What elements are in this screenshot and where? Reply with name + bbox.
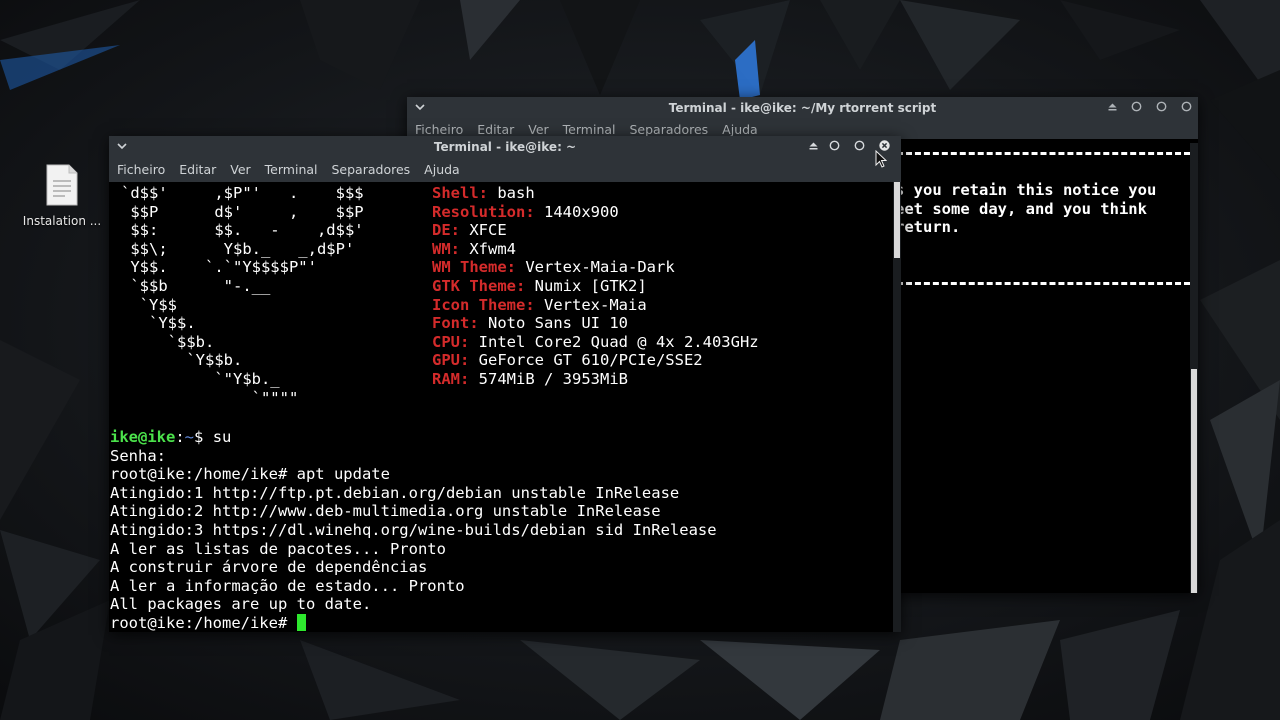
prompt-user: ike@ike: [110, 428, 176, 446]
command-output: ike@ike:~$ su Senha: root@ike:/home/ike#…: [110, 428, 717, 632]
ascii-line: `"Y$b._: [121, 369, 280, 388]
back-scrollbar[interactable]: [1190, 143, 1198, 593]
dash-divider: [897, 282, 1190, 285]
output-line: Atingido:2 http://www.deb-multimedia.org…: [110, 502, 661, 521]
menu-separadores[interactable]: Separadores: [332, 158, 411, 182]
info-value: 1440x900: [544, 202, 619, 221]
front-terminal-content[interactable]: `d$$' ,$P"' . $$$ $$P d$' , $$P $$: $$. …: [109, 182, 893, 632]
info-key: GPU:: [432, 351, 470, 370]
ascii-line: `$$b "-.__: [121, 276, 271, 295]
ascii-line: `$$b.: [121, 332, 215, 351]
maximize-icon[interactable]: [854, 140, 865, 151]
info-value: GeForce GT 610/PCIe/SSE2: [478, 351, 703, 370]
ascii-line: $$: $$. - ,d$$': [121, 221, 364, 240]
command-text: su: [212, 428, 232, 446]
info-key: RAM:: [432, 369, 470, 388]
ascii-line: `Y$$b.: [121, 351, 243, 370]
prompt-separator: :: [175, 428, 185, 446]
info-key: WM:: [432, 239, 460, 258]
menu-terminal[interactable]: Terminal: [265, 158, 318, 182]
menu-editar[interactable]: Editar: [179, 158, 216, 182]
front-window-title: Terminal - ike@ike: ~: [433, 140, 577, 154]
front-scrollbar-thumb[interactable]: [894, 182, 900, 258]
back-text-line: s you retain this notice you: [895, 181, 1157, 199]
front-terminal-window[interactable]: Terminal - ike@ike: ~ Ficheiro Editar Ver T…: [109, 136, 901, 632]
info-key: CPU:: [432, 332, 470, 351]
prompt-path: ~: [184, 428, 195, 446]
back-window-titlebar[interactable]: Terminal - ike@ike: ~/My rtorrent script: [407, 97, 1198, 119]
output-line: A construir árvore de dependências: [110, 558, 428, 577]
info-key: Shell:: [432, 184, 488, 202]
info-value: Noto Sans UI 10: [488, 314, 628, 333]
minimize-icon[interactable]: [1131, 101, 1142, 112]
ascii-line: `Y$$: [121, 295, 177, 314]
info-value: bash: [497, 184, 535, 202]
dash-divider: [897, 152, 1190, 155]
info-key: Resolution:: [432, 202, 535, 221]
ascii-line: $$P d$' , $$P: [121, 202, 364, 221]
ascii-line: `"""": [121, 388, 299, 407]
back-terminal-text: s you retain this notice you eet some da…: [895, 181, 1156, 237]
menu-ficheiro[interactable]: Ficheiro: [117, 158, 165, 182]
info-value: 574MiB / 3953MiB: [478, 369, 628, 388]
system-info: Shell: bash Resolution: 1440x900 DE: XFC…: [432, 184, 759, 389]
ascii-logo: `d$$' ,$P"' . $$$ $$P d$' , $$P $$: $$. …: [121, 184, 364, 407]
info-value: Vertex-Maia: [544, 295, 647, 314]
info-key: DE:: [432, 221, 460, 240]
prompt-symbol: $: [194, 428, 204, 446]
menu-ver[interactable]: Ver: [230, 158, 250, 182]
mouse-pointer-icon: [875, 150, 887, 168]
info-key: Font:: [432, 314, 479, 333]
info-key: Icon Theme:: [432, 295, 535, 314]
shade-icon[interactable]: [1107, 101, 1118, 112]
final-prompt[interactable]: root@ike:/home/ike#: [110, 614, 297, 632]
info-value: Numix [GTK2]: [534, 276, 647, 295]
front-window-titlebar[interactable]: Terminal - ike@ike: ~: [109, 136, 901, 158]
output-line: A ler as listas de pacotes... Pronto: [110, 539, 446, 558]
text-cursor: [296, 613, 306, 631]
ascii-line: `d$$' ,$P"' . $$$: [121, 184, 364, 202]
output-line: A ler a informação de estado... Pronto: [110, 576, 465, 595]
ascii-line: $$\; Y$b._ _,d$P': [121, 239, 355, 258]
output-line: root@ike:/home/ike# apt update: [110, 465, 390, 484]
info-value: Intel Core2 Quad @ 4x 2.403GHz: [478, 332, 759, 351]
ascii-line: Y$$. `.`"Y$$$$P"': [121, 258, 317, 277]
info-value: Vertex-Maia-Dark: [525, 258, 675, 277]
minimize-icon[interactable]: [829, 140, 840, 151]
output-line: Atingido:1 http://ftp.pt.debian.org/debi…: [110, 483, 680, 502]
info-value: XFCE: [469, 221, 507, 240]
desktop-icon-label: Instalation ...: [22, 214, 102, 228]
info-key: WM Theme:: [432, 258, 516, 277]
shade-icon[interactable]: [808, 140, 819, 151]
maximize-icon[interactable]: [1156, 101, 1167, 112]
back-text-line: eet some day, and you think: [895, 199, 1147, 218]
output-line: All packages are up to date.: [110, 595, 372, 614]
ascii-line: `Y$$.: [121, 314, 196, 333]
document-icon: [46, 164, 78, 206]
output-line: Senha:: [110, 446, 166, 465]
info-key: GTK Theme:: [432, 276, 526, 295]
close-icon[interactable]: [1181, 101, 1192, 112]
output-line: Atingido:3 https://dl.winehq.org/wine-bu…: [110, 520, 717, 539]
info-value: Xfwm4: [469, 239, 517, 258]
back-text-line: return.: [895, 218, 961, 237]
back-scrollbar-thumb[interactable]: [1191, 369, 1197, 593]
desktop-file-icon[interactable]: Instalation ...: [20, 164, 104, 228]
menu-ajuda[interactable]: Ajuda: [424, 158, 460, 182]
back-window-title: Terminal - ike@ike: ~/My rtorrent script: [668, 101, 937, 115]
front-scrollbar[interactable]: [893, 182, 901, 632]
front-window-menubar: Ficheiro Editar Ver Terminal Separadores Ajud…: [109, 158, 901, 182]
